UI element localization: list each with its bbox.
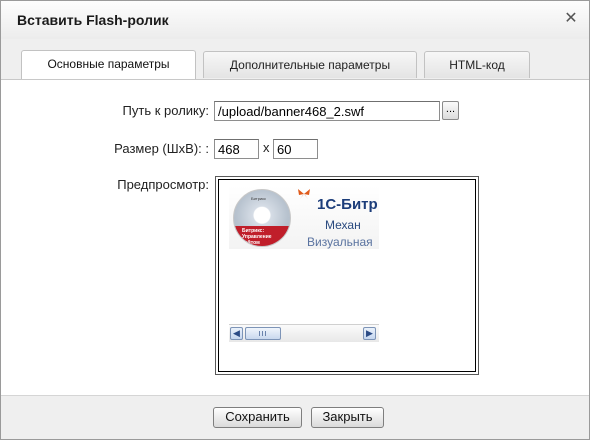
path-label: Путь к ролику: (122, 103, 209, 118)
preview-box: Битрикс Битрикс: Управление сайтом 1С-Би… (215, 176, 479, 375)
horizontal-scrollbar[interactable]: ◀ ▶ (229, 324, 379, 342)
tab-basic-params[interactable]: Основные параметры (21, 50, 196, 79)
browse-button[interactable]: ... (442, 101, 459, 120)
flash-insert-dialog: Вставить Flash-ролик ✕ Основные параметр… (0, 0, 590, 440)
banner-subtitle-2: Визуальная (307, 235, 373, 249)
scrollbar-grip (259, 331, 267, 336)
cd-image: Битрикс Битрикс: Управление сайтом (233, 189, 291, 247)
preview-frame: Битрикс Битрикс: Управление сайтом 1С-Би… (218, 179, 476, 372)
cd-label: Битрикс: Управление сайтом (242, 228, 272, 246)
flash-preview: Битрикс Битрикс: Управление сайтом 1С-Би… (229, 186, 379, 343)
close-button[interactable]: Закрыть (311, 407, 384, 428)
cd-logo: Битрикс (251, 196, 266, 201)
dialog-titlebar: Вставить Flash-ролик ✕ (1, 1, 589, 40)
close-icon[interactable]: ✕ (563, 10, 579, 28)
tab-html-code[interactable]: HTML-код (424, 51, 530, 78)
butterfly-icon (298, 189, 310, 199)
banner-title: 1С-Битр (317, 196, 378, 213)
height-input[interactable] (273, 139, 318, 159)
path-input[interactable] (214, 101, 440, 121)
dialog-footer: Сохранить Закрыть (1, 395, 589, 439)
flash-banner: Битрикс Битрикс: Управление сайтом 1С-Би… (229, 186, 379, 249)
save-button[interactable]: Сохранить (213, 407, 302, 428)
tab-bar: Основные параметры Дополнительные параме… (1, 39, 589, 80)
size-separator: x (263, 140, 270, 155)
chevron-right-icon[interactable]: ▶ (363, 327, 376, 340)
chevron-left-icon[interactable]: ◀ (230, 327, 243, 340)
scrollbar-thumb[interactable] (245, 327, 281, 340)
dialog-title: Вставить Flash-ролик (17, 12, 169, 28)
preview-label: Предпросмотр: (117, 177, 209, 192)
size-label: Размер (ШхВ): : (114, 141, 209, 156)
banner-subtitle: Механ (325, 218, 361, 232)
tab-advanced-params[interactable]: Дополнительные параметры (203, 51, 417, 78)
width-input[interactable] (214, 139, 259, 159)
